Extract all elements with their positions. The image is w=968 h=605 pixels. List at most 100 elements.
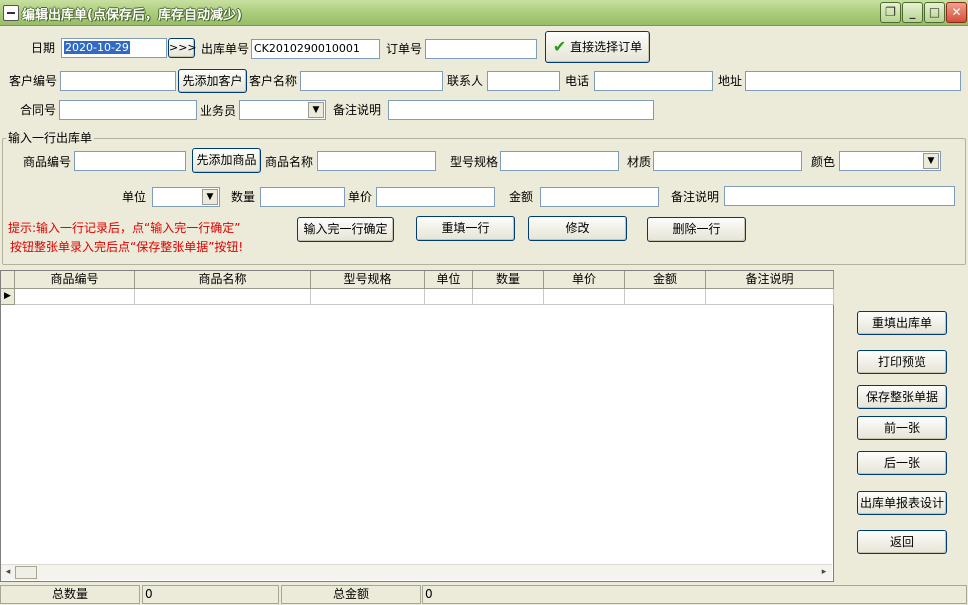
qty-label: 数量 bbox=[231, 190, 256, 204]
hint-line-2: 按钮整张单录入完后点“保存整张单据”按钮! bbox=[10, 240, 244, 254]
window-menu-icon[interactable] bbox=[3, 5, 19, 21]
report-design-button[interactable]: 出库单报表设计 bbox=[857, 491, 947, 515]
chevron-down-icon[interactable]: ▼ bbox=[923, 153, 939, 169]
amount-field[interactable] bbox=[540, 187, 659, 207]
table-cell[interactable] bbox=[544, 289, 625, 305]
table-cell[interactable] bbox=[311, 289, 425, 305]
product-code-field[interactable] bbox=[74, 151, 186, 171]
table-cell[interactable] bbox=[135, 289, 311, 305]
column-header[interactable]: 商品名称 bbox=[135, 271, 311, 289]
date-label: 日期 bbox=[31, 41, 56, 55]
date-value: 2020-10-29 bbox=[64, 41, 130, 54]
amount-label: 金额 bbox=[509, 190, 534, 204]
close-icon: ✕ bbox=[951, 5, 962, 19]
select-order-button[interactable]: ✔ 直接选择订单 bbox=[545, 31, 650, 63]
close-button[interactable]: ✕ bbox=[946, 2, 967, 23]
model-field[interactable] bbox=[500, 151, 619, 171]
product-code-label: 商品编号 bbox=[23, 155, 72, 169]
outbound-no-label: 出库单号 bbox=[201, 42, 250, 56]
table-cell[interactable] bbox=[15, 289, 135, 305]
qty-field[interactable] bbox=[260, 187, 345, 207]
check-icon: ✔ bbox=[552, 37, 567, 56]
total-qty-value: 0 bbox=[142, 585, 279, 604]
line-entry-group-title: 输入一行出库单 bbox=[6, 130, 95, 146]
add-customer-button[interactable]: 先添加客户 bbox=[178, 69, 247, 93]
product-name-label: 商品名称 bbox=[265, 155, 314, 169]
horizontal-scrollbar[interactable]: ◂ ▸ bbox=[1, 564, 832, 580]
minimize-button[interactable]: _ bbox=[902, 2, 923, 23]
salesman-select[interactable]: ▼ bbox=[239, 100, 326, 120]
table-cell[interactable] bbox=[706, 289, 834, 305]
scroll-right-icon[interactable]: ▸ bbox=[818, 566, 830, 579]
remark-field[interactable] bbox=[388, 100, 654, 120]
table-cell[interactable] bbox=[473, 289, 544, 305]
color-select[interactable]: ▼ bbox=[839, 151, 941, 171]
order-no-field[interactable] bbox=[425, 39, 537, 59]
column-header[interactable]: 单位 bbox=[425, 271, 473, 289]
modify-button[interactable]: 修改 bbox=[528, 216, 627, 241]
table-cell[interactable] bbox=[625, 289, 706, 305]
line-remark-field[interactable] bbox=[724, 186, 955, 206]
chevron-down-icon[interactable]: ▼ bbox=[308, 102, 324, 118]
column-header[interactable]: 数量 bbox=[473, 271, 544, 289]
scroll-left-icon[interactable]: ◂ bbox=[2, 566, 14, 579]
address-label: 地址 bbox=[718, 74, 743, 88]
model-label: 型号规格 bbox=[450, 155, 499, 169]
line-remark-label: 备注说明 bbox=[671, 190, 720, 204]
customer-code-field[interactable] bbox=[60, 71, 176, 91]
select-order-label: 直接选择订单 bbox=[570, 40, 643, 54]
unit-label: 单位 bbox=[122, 190, 147, 204]
outbound-no-field[interactable]: CK2010290010001 bbox=[251, 39, 380, 59]
contract-label: 合同号 bbox=[20, 103, 57, 117]
column-header[interactable]: 备注说明 bbox=[706, 271, 834, 289]
reset-outbound-button[interactable]: 重填出库单 bbox=[857, 311, 947, 335]
column-header[interactable]: 型号规格 bbox=[311, 271, 425, 289]
contract-field[interactable] bbox=[59, 100, 197, 120]
unit-select[interactable]: ▼ bbox=[152, 187, 220, 207]
column-header[interactable]: 单价 bbox=[544, 271, 625, 289]
contact-field[interactable] bbox=[487, 71, 560, 91]
previous-button[interactable]: 前一张 bbox=[857, 416, 947, 440]
confirm-line-button[interactable]: 输入完一行确定 bbox=[297, 217, 394, 242]
total-amount-value: 0 bbox=[422, 585, 967, 604]
material-field[interactable] bbox=[653, 151, 802, 171]
save-document-button[interactable]: 保存整张单据 bbox=[857, 385, 947, 409]
address-field[interactable] bbox=[745, 71, 961, 91]
hint-line-1: 提示:输入一行记录后，点“输入完一行确定” bbox=[8, 221, 241, 235]
restore-icon: ❐ bbox=[885, 5, 896, 19]
phone-label: 电话 bbox=[565, 74, 590, 88]
next-button[interactable]: 后一张 bbox=[857, 451, 947, 475]
grid-corner bbox=[1, 271, 15, 289]
items-grid[interactable]: 商品编号 商品名称 型号规格 单位 数量 单价 金额 备注说明 ▶ bbox=[0, 270, 834, 582]
maximize-button[interactable]: □ bbox=[924, 2, 945, 23]
minimize-icon: _ bbox=[909, 5, 916, 19]
refill-line-button[interactable]: 重填一行 bbox=[416, 216, 515, 241]
total-amount-label: 总金额 bbox=[281, 585, 421, 604]
print-preview-button[interactable]: 打印预览 bbox=[857, 350, 947, 374]
order-no-label: 订单号 bbox=[386, 42, 423, 56]
column-header[interactable]: 商品编号 bbox=[15, 271, 135, 289]
remark-label: 备注说明 bbox=[333, 103, 382, 117]
chevron-down-icon[interactable]: ▼ bbox=[202, 189, 218, 205]
back-button[interactable]: 返回 bbox=[857, 530, 947, 554]
window-title: 编辑出库单(点保存后，库存自动减少) bbox=[22, 8, 242, 23]
column-header[interactable]: 金额 bbox=[625, 271, 706, 289]
customer-name-field[interactable] bbox=[300, 71, 443, 91]
customer-code-label: 客户编号 bbox=[9, 74, 58, 88]
table-cell[interactable] bbox=[425, 289, 473, 305]
current-row-indicator: ▶ bbox=[1, 289, 15, 305]
delete-line-button[interactable]: 删除一行 bbox=[647, 217, 746, 242]
restore-down-button[interactable]: ❐ bbox=[880, 2, 901, 23]
phone-field[interactable] bbox=[594, 71, 713, 91]
customer-name-label: 客户名称 bbox=[249, 74, 298, 88]
total-qty-label: 总数量 bbox=[0, 585, 140, 604]
date-picker-button[interactable]: >>> bbox=[168, 38, 197, 58]
contact-label: 联系人 bbox=[447, 74, 484, 88]
color-label: 颜色 bbox=[811, 155, 836, 169]
add-product-button[interactable]: 先添加商品 bbox=[192, 148, 261, 173]
product-name-field[interactable] bbox=[317, 151, 436, 171]
price-field[interactable] bbox=[376, 187, 495, 207]
scroll-thumb[interactable] bbox=[15, 566, 37, 579]
date-field[interactable]: 2020-10-29 bbox=[61, 38, 167, 58]
maximize-icon: □ bbox=[928, 5, 941, 19]
